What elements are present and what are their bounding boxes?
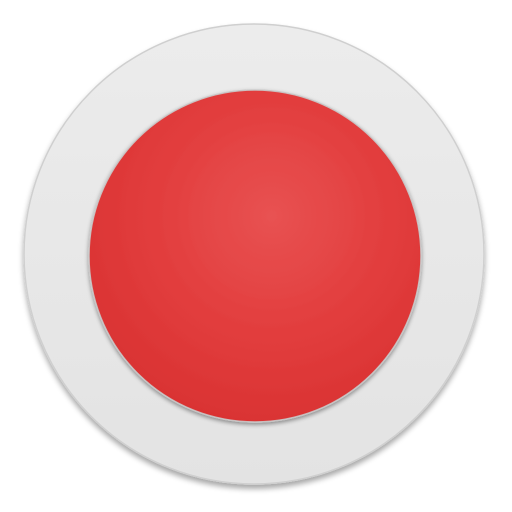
record-button-icon[interactable] [0, 0, 512, 512]
icon-canvas [0, 0, 512, 512]
inner-red-disc [88, 89, 422, 423]
